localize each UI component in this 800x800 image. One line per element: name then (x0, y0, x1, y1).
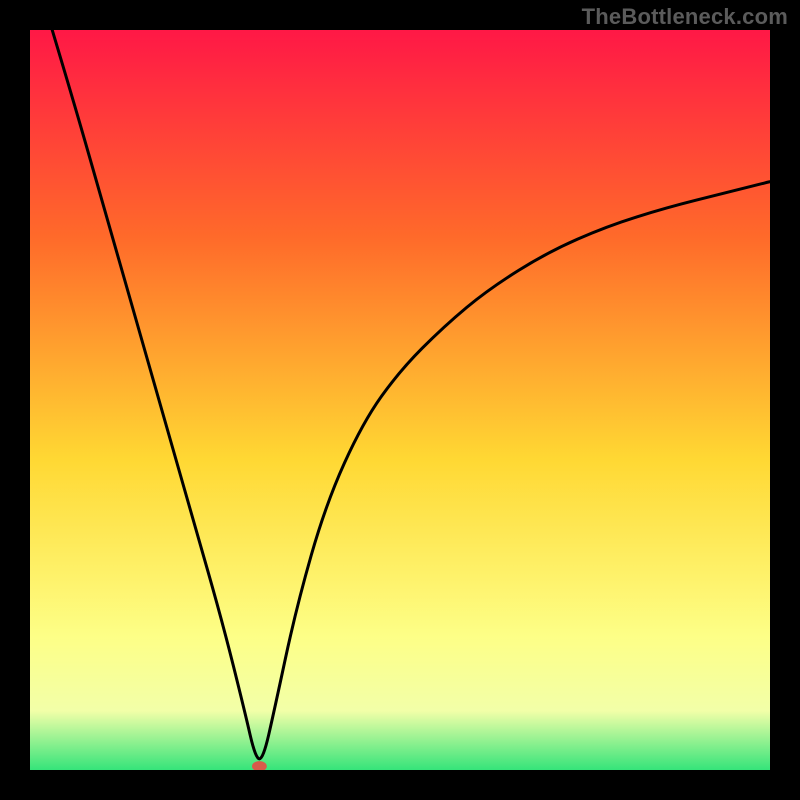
gradient-background (30, 30, 770, 770)
outer-frame: TheBottleneck.com (0, 0, 800, 800)
chart-svg (30, 30, 770, 770)
watermark-text: TheBottleneck.com (582, 4, 788, 30)
plot-area (30, 30, 770, 770)
